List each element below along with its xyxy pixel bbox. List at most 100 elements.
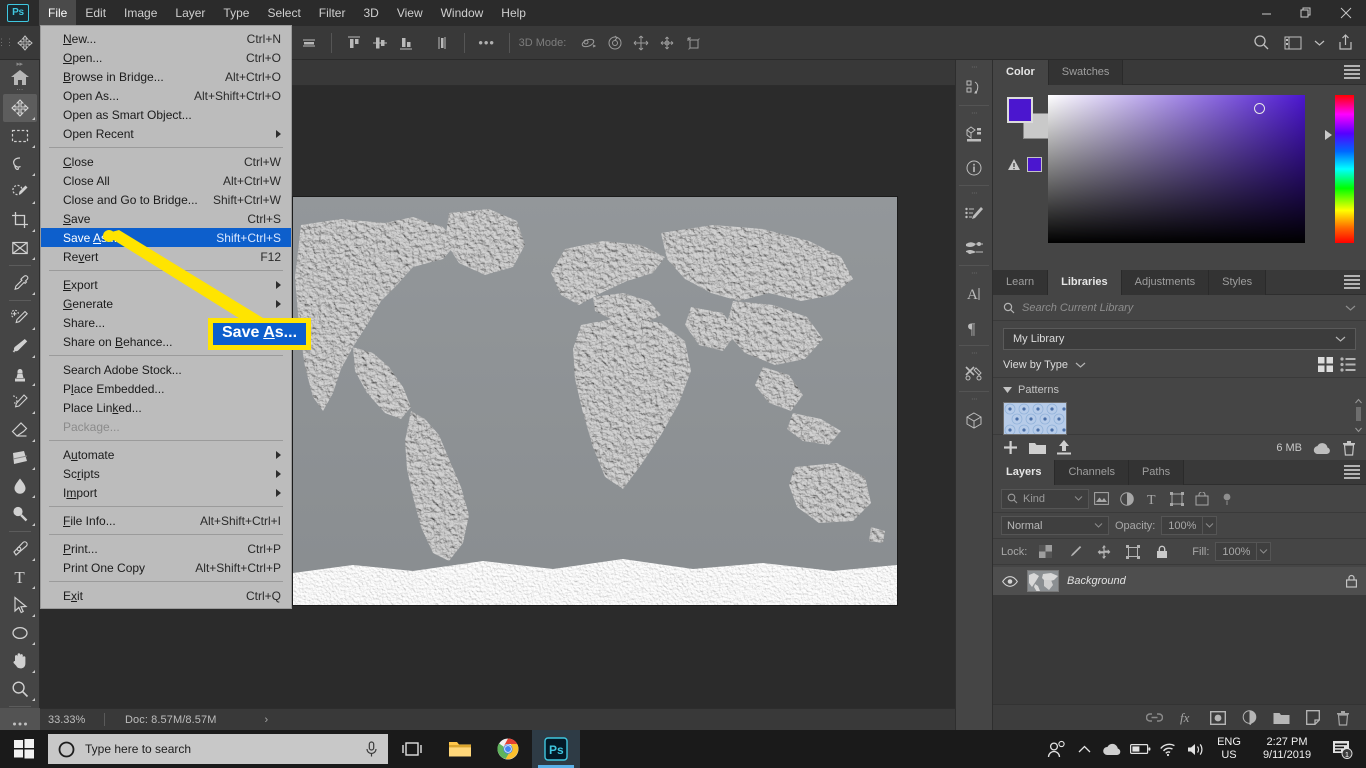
type-tool[interactable]: T bbox=[3, 563, 37, 591]
menu-item-revert[interactable]: RevertF12 bbox=[41, 247, 291, 266]
rail-grip[interactable]: ⋯ bbox=[964, 395, 984, 403]
layer-mask-icon[interactable] bbox=[1210, 711, 1226, 725]
options-bar-grip[interactable]: ⋮⋮ bbox=[0, 26, 10, 60]
task-view-icon[interactable] bbox=[388, 730, 436, 768]
menu-item-automate[interactable]: Automate bbox=[41, 445, 291, 464]
new-group-icon[interactable] bbox=[1029, 441, 1046, 455]
file-explorer-icon[interactable] bbox=[436, 730, 484, 768]
3d-slide-icon[interactable] bbox=[654, 30, 680, 56]
3d-scale-icon[interactable] bbox=[680, 30, 706, 56]
layer-name[interactable]: Background bbox=[1067, 575, 1337, 587]
panel-menu-icon[interactable] bbox=[1344, 65, 1360, 79]
lasso-tool[interactable] bbox=[3, 150, 37, 178]
character-panel-icon[interactable]: A bbox=[958, 277, 990, 311]
windows-start-icon[interactable] bbox=[0, 730, 48, 768]
battery-icon[interactable] bbox=[1126, 730, 1154, 768]
grid-view-icon[interactable] bbox=[1318, 357, 1333, 372]
fill-stepper[interactable] bbox=[1257, 542, 1271, 561]
chevron-down-icon[interactable] bbox=[1345, 304, 1356, 312]
onedrive-cloud-icon[interactable] bbox=[1098, 730, 1126, 768]
hand-tool[interactable] bbox=[3, 647, 37, 675]
tab-adjustments[interactable]: Adjustments bbox=[1122, 270, 1210, 295]
share-icon[interactable] bbox=[1332, 30, 1358, 56]
blur-tool[interactable] bbox=[3, 472, 37, 500]
document-canvas[interactable] bbox=[293, 197, 897, 605]
new-group-icon[interactable] bbox=[1273, 711, 1290, 725]
zoom-tool[interactable] bbox=[3, 675, 37, 703]
photoshop-icon[interactable]: Ps bbox=[532, 730, 580, 768]
menu-item-save[interactable]: SaveCtrl+S bbox=[41, 209, 291, 228]
library-scrollbar[interactable] bbox=[1354, 398, 1363, 434]
layer-style-icon[interactable]: fx bbox=[1179, 710, 1194, 725]
tab-channels[interactable]: Channels bbox=[1055, 460, 1128, 485]
wifi-icon[interactable] bbox=[1154, 730, 1182, 768]
menu-view[interactable]: View bbox=[388, 0, 432, 26]
color-picker-field[interactable] bbox=[1048, 95, 1305, 243]
filter-shape-icon[interactable] bbox=[1164, 488, 1189, 510]
lock-image-pixels-icon[interactable] bbox=[1062, 541, 1087, 563]
menu-window[interactable]: Window bbox=[432, 0, 493, 26]
pen-tool[interactable] bbox=[3, 535, 37, 563]
cloud-sync-icon[interactable] bbox=[1312, 441, 1332, 455]
menu-file[interactable]: File bbox=[39, 0, 76, 26]
gradient-tool[interactable] bbox=[3, 444, 37, 472]
object-selection-tool[interactable] bbox=[3, 178, 37, 206]
google-chrome-icon[interactable] bbox=[484, 730, 532, 768]
history-brush-tool[interactable] bbox=[3, 388, 37, 416]
menu-item-import[interactable]: Import bbox=[41, 483, 291, 502]
3d-panel-icon[interactable] bbox=[958, 403, 990, 437]
close-icon[interactable] bbox=[1326, 0, 1366, 26]
taskbar-search-input[interactable]: Type here to search bbox=[85, 742, 355, 756]
eyedropper-tool[interactable] bbox=[3, 269, 37, 297]
tab-learn[interactable]: Learn bbox=[993, 270, 1048, 295]
clock[interactable]: 2:27 PM 9/11/2019 bbox=[1248, 736, 1326, 762]
delete-icon[interactable] bbox=[1342, 440, 1356, 456]
tab-styles[interactable]: Styles bbox=[1209, 270, 1266, 295]
tab-libraries[interactable]: Libraries bbox=[1048, 270, 1121, 295]
eraser-tool[interactable] bbox=[3, 416, 37, 444]
link-layers-icon[interactable] bbox=[1146, 712, 1163, 723]
3d-roll-icon[interactable] bbox=[602, 30, 628, 56]
menu-item-place-embedded[interactable]: Place Embedded... bbox=[41, 379, 291, 398]
home-button[interactable] bbox=[0, 68, 39, 86]
layer-lock-icon[interactable] bbox=[1345, 574, 1358, 588]
tab-color[interactable]: Color bbox=[993, 60, 1049, 85]
out-of-gamut-warning[interactable] bbox=[1007, 157, 1042, 172]
info-panel-icon[interactable] bbox=[958, 151, 990, 185]
blend-mode-select[interactable]: Normal bbox=[1001, 516, 1109, 535]
file-menu-dropdown[interactable]: New...Ctrl+NOpen...Ctrl+OBrowse in Bridg… bbox=[40, 25, 292, 609]
rail-grip[interactable]: ⋯ bbox=[964, 109, 984, 117]
layer-filter-kind-select[interactable]: Kind bbox=[1001, 489, 1089, 509]
pattern-thumbnail[interactable] bbox=[1003, 402, 1067, 435]
fill-value[interactable]: 100% bbox=[1215, 542, 1257, 561]
brush-tool[interactable] bbox=[3, 332, 37, 360]
rail-grip[interactable]: ⋯ bbox=[964, 189, 984, 197]
rail-grip[interactable]: ⋯ bbox=[964, 63, 984, 71]
distribute-horizontally-icon[interactable] bbox=[296, 30, 322, 56]
menu-item-print-one-copy[interactable]: Print One CopyAlt+Shift+Ctrl+P bbox=[41, 558, 291, 577]
hue-slider[interactable] bbox=[1335, 95, 1354, 243]
layer-row[interactable]: Background bbox=[993, 567, 1366, 595]
more-options-icon[interactable]: ••• bbox=[474, 30, 500, 56]
menu-3d[interactable]: 3D bbox=[354, 0, 387, 26]
align-vertical-centers-icon[interactable] bbox=[367, 30, 393, 56]
maximize-icon[interactable] bbox=[1286, 0, 1326, 26]
color-panel-foreground-swatch[interactable] bbox=[1007, 97, 1033, 123]
filter-type-icon[interactable]: T bbox=[1139, 488, 1164, 510]
library-selector[interactable]: My Library bbox=[1003, 328, 1356, 350]
menu-item-open-as[interactable]: Open As...Alt+Shift+Ctrl+O bbox=[41, 86, 291, 105]
library-search-row[interactable]: Search Current Library bbox=[993, 295, 1366, 321]
panel-menu-icon[interactable] bbox=[1344, 465, 1360, 479]
toolbar-grip[interactable]: ▸▸ bbox=[0, 60, 39, 68]
menu-item-close-and-go-to-bridge[interactable]: Close and Go to Bridge...Shift+Ctrl+W bbox=[41, 190, 291, 209]
paragraph-panel-icon[interactable]: ¶ bbox=[958, 311, 990, 345]
volume-icon[interactable] bbox=[1182, 730, 1210, 768]
lock-transparent-pixels-icon[interactable] bbox=[1033, 541, 1058, 563]
people-icon[interactable] bbox=[1042, 730, 1070, 768]
chevron-down-icon[interactable] bbox=[1075, 361, 1086, 369]
library-group-header[interactable]: Patterns bbox=[993, 377, 1366, 396]
menu-item-save-as[interactable]: Save As...Shift+Ctrl+S bbox=[41, 228, 291, 247]
action-center-icon[interactable]: 1 bbox=[1326, 730, 1360, 768]
layer-thumbnail[interactable] bbox=[1027, 570, 1059, 592]
opacity-stepper[interactable] bbox=[1203, 516, 1217, 535]
